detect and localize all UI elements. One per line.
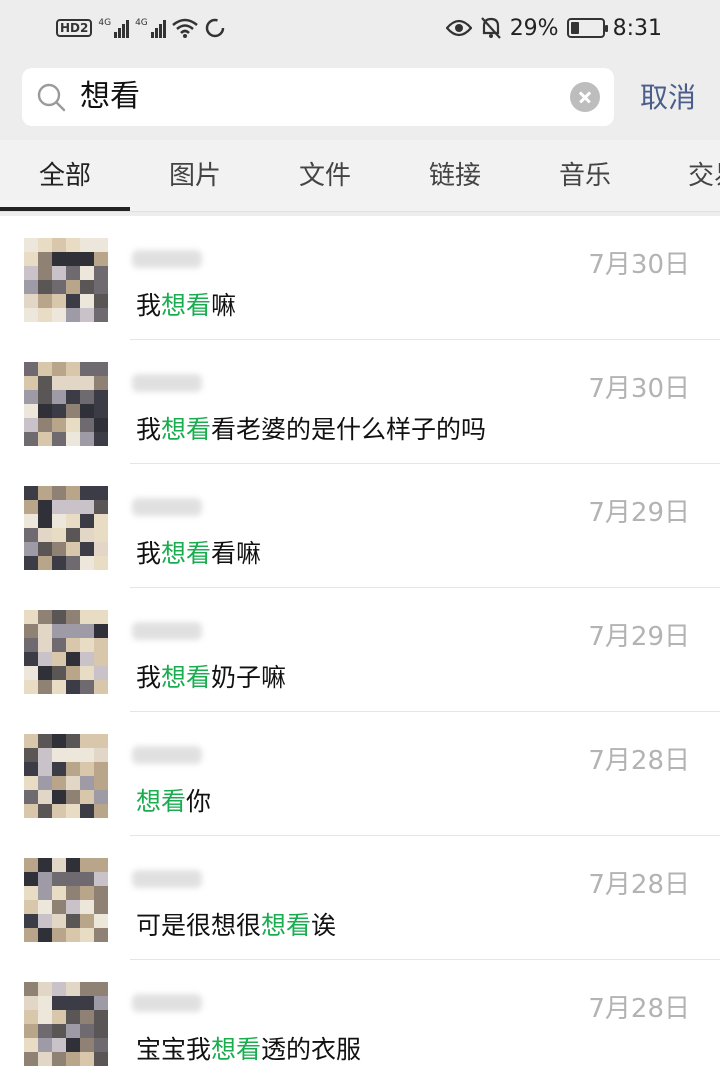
eye-icon (445, 19, 472, 37)
hd-num: 2 (80, 21, 89, 35)
clock: 8:31 (612, 15, 662, 41)
battery-icon (566, 18, 608, 38)
message-prefix: 可是很想很 (136, 911, 262, 940)
status-left: HD2 4G 4G (56, 14, 226, 42)
keyword-highlight: 想看 (161, 663, 212, 692)
message-date: 7月30日 (588, 250, 690, 280)
search-icon (37, 83, 66, 112)
message-prefix: 宝宝我 (136, 1035, 212, 1064)
avatar[interactable] (24, 610, 108, 694)
signal-icon-2: 4G (135, 18, 166, 38)
avatar[interactable] (24, 362, 108, 446)
message-text: 可是很想很想看诶 (136, 906, 336, 942)
avatar[interactable] (24, 486, 108, 570)
message-date: 7月29日 (588, 622, 690, 652)
keyword-highlight: 想看 (161, 539, 212, 568)
message-text: 我想看奶子嘛 (136, 658, 286, 694)
contact-name-blurred (132, 374, 202, 392)
message-date: 7月30日 (588, 374, 690, 404)
result-list: 7月30日 我想看嘛 7月30日 我想看看老婆的是什么样子的吗 7月29日 我想看看嘛 7月… (0, 216, 720, 1087)
bell-muted-icon (480, 17, 501, 39)
avatar[interactable] (24, 238, 108, 322)
message-date: 7月29日 (588, 498, 690, 528)
wifi-icon (171, 18, 198, 38)
keyword-highlight: 想看 (161, 291, 212, 320)
contact-name-blurred (132, 250, 202, 268)
message-suffix: 诶 (311, 911, 337, 940)
message-suffix: 奶子嘛 (211, 663, 287, 692)
clear-icon[interactable] (570, 82, 600, 112)
avatar[interactable] (24, 734, 108, 818)
search-input[interactable] (80, 68, 560, 126)
loading-icon (205, 18, 225, 38)
tab-files[interactable]: 文件 (260, 140, 390, 211)
result-row[interactable]: 7月28日宝宝我想看透的衣服 (0, 960, 720, 1084)
tab-indicator (0, 207, 130, 211)
result-row[interactable]: 7月28日想看你 (0, 712, 720, 836)
keyword-highlight: 想看 (261, 911, 312, 940)
message-text: 宝宝我想看透的衣服 (136, 1030, 361, 1066)
contact-name-blurred (132, 498, 202, 516)
message-prefix: 我 (136, 291, 162, 320)
contact-name-blurred (132, 994, 202, 1012)
message-text: 想看你 (136, 782, 211, 818)
result-row[interactable]: 7月30日我想看看老婆的是什么样子的吗 (0, 340, 720, 464)
message-text: 我想看看嘛 (136, 534, 261, 570)
message-prefix: 我 (136, 663, 162, 692)
message-prefix: 我 (136, 415, 162, 444)
search-box[interactable] (22, 68, 614, 126)
keyword-highlight: 想看 (211, 1035, 262, 1064)
avatar[interactable] (24, 858, 108, 942)
keyword-highlight: 想看 (161, 415, 212, 444)
tab-trades[interactable]: 交易 (650, 140, 720, 211)
result-row[interactable]: 7月28日可是很想很想看诶 (0, 836, 720, 960)
avatar[interactable] (24, 982, 108, 1066)
message-text: 我想看嘛 (136, 286, 236, 322)
signal-icon: 4G (98, 18, 130, 38)
tab-all[interactable]: 全部 (0, 140, 130, 211)
contact-name-blurred (132, 622, 202, 640)
result-row[interactable]: 7月29日我想看看嘛 (0, 464, 720, 588)
status-bar: HD2 4G 4G 29% 8:31 (0, 0, 720, 56)
message-suffix: 你 (186, 787, 212, 816)
hd-label: HD (60, 21, 81, 35)
hd-icon: HD2 (56, 19, 93, 37)
message-suffix: 透的衣服 (261, 1035, 362, 1064)
message-suffix: 看嘛 (211, 539, 262, 568)
contact-name-blurred (132, 746, 202, 764)
message-prefix: 我 (136, 539, 162, 568)
filter-tabs: 全部 图片 文件 链接 音乐 交易 (0, 140, 720, 212)
tab-music[interactable]: 音乐 (520, 140, 650, 211)
signal-label-2: 4G (135, 18, 148, 28)
tab-links[interactable]: 链接 (390, 140, 520, 211)
message-text: 我想看看老婆的是什么样子的吗 (136, 410, 486, 446)
message-date: 7月28日 (588, 870, 690, 900)
keyword-highlight: 想看 (136, 787, 187, 816)
battery-fill (570, 22, 580, 34)
message-suffix: 嘛 (211, 291, 237, 320)
tab-images[interactable]: 图片 (130, 140, 260, 211)
result-row[interactable]: 7月29日我想看奶子嘛 (0, 588, 720, 712)
message-suffix: 看老婆的是什么样子的吗 (211, 415, 487, 444)
cancel-button[interactable]: 取消 (640, 78, 696, 118)
contact-name-blurred (132, 870, 202, 888)
status-right: 29% 8:31 (445, 14, 662, 42)
signal-label: 4G (98, 18, 112, 28)
battery-percent: 29% (509, 15, 559, 41)
search-bar: 取消 (0, 56, 720, 140)
result-row[interactable]: 7月30日我想看嘛 (0, 216, 720, 340)
message-date: 7月28日 (588, 994, 690, 1024)
message-date: 7月28日 (588, 746, 690, 776)
